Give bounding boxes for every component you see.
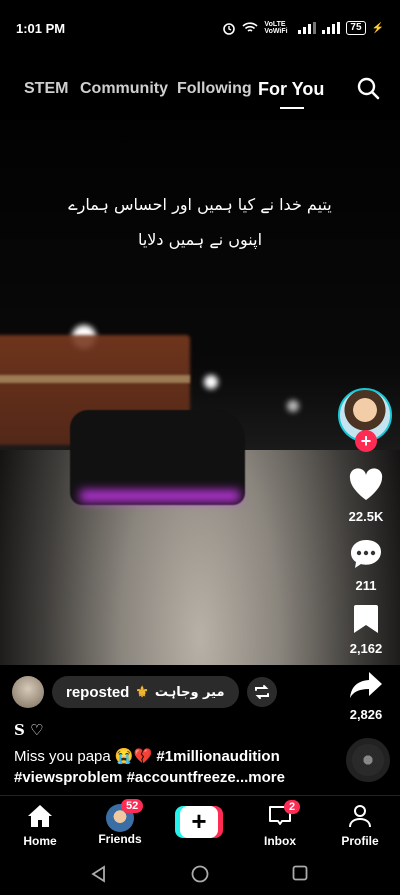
create-button[interactable]: + [175,806,223,838]
nav-friends-label: Friends [98,832,142,846]
nav-profile[interactable]: Profile [325,804,395,848]
signal-icon [322,22,341,34]
profile-icon [349,805,371,828]
wifi-icon [242,22,258,32]
save-action[interactable]: 2,162 [332,604,400,656]
tab-community[interactable]: Community [80,80,168,98]
nav-home[interactable]: Home [5,804,75,848]
feed-tabs: STEM Community Following For You [0,74,400,109]
signal-icon [298,22,317,34]
overlay-text-line: اپنوں نے ہمیں دلایا [137,230,263,249]
share-action[interactable]: 2,826 [332,670,400,722]
comment-count: 211 [355,578,377,593]
hashtag[interactable]: #accountfreeze [127,769,236,786]
network-label: VoLTE VoWiFi [264,21,288,35]
inbox-badge: 2 [284,800,301,814]
comment-action[interactable]: 211 [332,537,400,593]
repost-pill[interactable]: reposted ⚜ میر وجاہت [52,676,239,708]
nav-inbox-label: Inbox [264,834,296,848]
recents-icon[interactable] [292,865,308,881]
tab-stem[interactable]: STEM [24,80,68,98]
street-lamp [287,400,299,412]
status-bar: 1:01 PM VoLTE VoWiFi 75 ⚡ [0,0,400,56]
tab-for-you[interactable]: For You [258,79,324,100]
status-icons: VoLTE VoWiFi 75 ⚡ [222,21,384,35]
caption-text: Miss you papa 😭💔 [14,748,153,765]
nav-profile-label: Profile [341,834,379,848]
home-circle-icon[interactable] [191,865,209,883]
author-name[interactable]: S ♡ [14,721,44,739]
comment-icon [351,540,381,568]
active-tab-indicator [280,107,304,109]
battery-level: 75 [346,21,366,35]
repost-icon[interactable] [246,677,277,707]
nav-friends[interactable]: Friends [85,804,155,846]
charging-icon: ⚡ [371,22,384,34]
street-lamp [204,375,218,389]
like-count: 22.5K [348,509,384,524]
nav-home-label: Home [23,834,57,848]
share-count: 2,826 [349,707,383,722]
like-action[interactable]: 22.5K [332,468,400,524]
search-icon[interactable] [356,76,380,100]
more-link[interactable]: ...more [236,769,285,786]
system-nav-bar [0,853,400,895]
bookmark-icon [354,605,378,633]
status-time: 1:01 PM [16,20,66,36]
follow-plus-button[interactable]: + [355,430,377,452]
tab-following[interactable]: Following [177,80,252,98]
reposter-avatar[interactable] [12,676,44,708]
plus-icon: + [180,806,218,838]
underglow-light [80,490,240,502]
save-count: 2,162 [349,641,383,656]
share-arrow-icon [350,672,382,698]
heart-icon [349,468,383,500]
nav-inbox[interactable]: Inbox [245,804,315,848]
back-icon[interactable] [90,865,106,883]
hashtag[interactable]: #1millionaudition [156,748,279,765]
truck-stripe [0,375,190,383]
repost-label: reposted [66,683,130,701]
fleur-de-lis-icon: ⚜ [135,684,149,701]
home-icon [28,805,52,827]
music-disc[interactable] [346,738,390,782]
overlay-text-line: یتیم خدا نے کیا ہمیں اور احساس ہمارے [68,195,332,214]
alarm-icon [223,23,236,35]
post-caption[interactable]: Miss you papa 😭💔 #1millionaudition #view… [14,746,334,788]
friends-badge: 52 [121,799,144,813]
repost-bar: reposted ⚜ میر وجاہت [12,676,277,708]
reposter-name: میر وجاہت [154,684,225,700]
hashtag[interactable]: #viewsproblem [14,769,122,786]
